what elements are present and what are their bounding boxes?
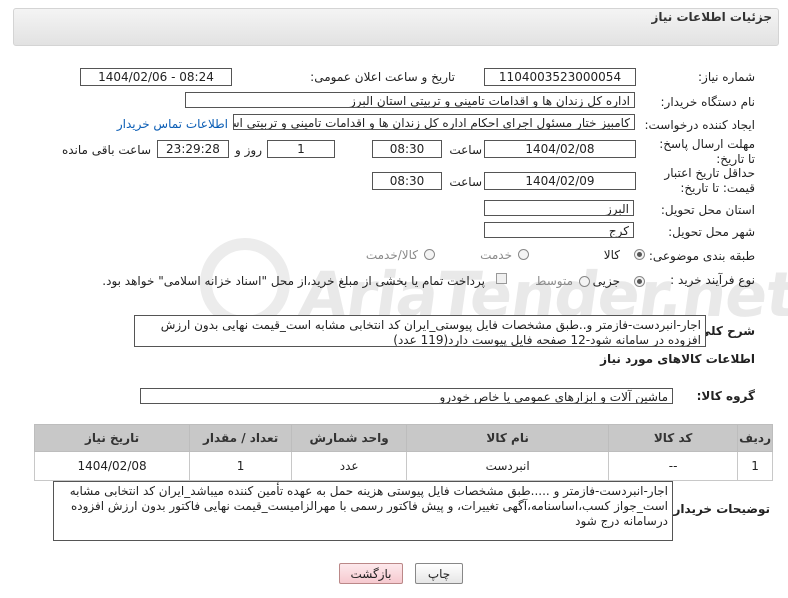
treasury-payment-note: پرداخت تمام یا بخشی از مبلغ خرید،از محل … — [102, 274, 485, 288]
category-both-radio[interactable] — [424, 249, 435, 260]
print-button[interactable]: چاپ — [415, 563, 463, 584]
category-label: طبقه بندی موضوعی: — [648, 249, 755, 263]
description-text: اجار-انبردست-فازمتر و..طبق مشخصات فایل پ… — [134, 315, 706, 347]
category-service-label: خدمت — [480, 248, 512, 262]
process-medium-radio[interactable] — [579, 276, 590, 287]
buyer-org-field: اداره کل زندان ها و اقدامات تامینی و ترب… — [185, 92, 635, 108]
announce-label: تاریخ و ساعت اعلان عمومی: — [310, 70, 455, 84]
remaining-label: ساعت باقی مانده — [61, 143, 151, 157]
buyer-notes-text: اجار-انبردست-فازمتر و .....طبق مشخصات فا… — [53, 481, 673, 541]
goods-section-title: اطلاعات کالاهای مورد نیاز — [600, 352, 755, 366]
category-goods-label: کالا — [603, 248, 620, 262]
days-field: 1 — [267, 140, 335, 158]
row-date: 1404/02/08 — [33, 451, 191, 481]
process-medium-label: متوسط — [535, 274, 573, 288]
goods-group-field: ماشین آلات و ابزارهای عمومی یا خاص خودرو — [140, 388, 673, 404]
requester-label: ایجاد کننده درخواست: — [644, 118, 755, 132]
process-minor-label: جزیی — [592, 274, 620, 288]
send-time-field: 08:30 — [372, 140, 442, 158]
table-row: 1 -- انبردست عدد 1 1404/02/08 — [33, 451, 773, 481]
delivery-province-field: البرز — [484, 200, 634, 216]
row-unit: عدد — [291, 451, 408, 481]
delivery-city-label: شهر محل تحویل: — [668, 225, 755, 239]
days-label: روز و — [235, 143, 262, 157]
page-title: جزئیات اطلاعات نیاز — [651, 10, 772, 24]
items-table: ردیف کد کالا نام کالا واحد شمارش تعداد /… — [33, 424, 773, 481]
need-number-field: 1104003523000054 — [484, 68, 636, 86]
announce-field: 1404/02/06 - 08:24 — [80, 68, 232, 86]
requester-field: کامبیز ختار مسئول اجرای احکام اداره کل ز… — [233, 114, 635, 130]
row-number: 1 — [737, 451, 773, 481]
row-qty: 1 — [189, 451, 293, 481]
process-minor-radio[interactable] — [634, 276, 645, 287]
buyer-notes-label: توضیحات خریدار: — [668, 502, 770, 516]
remaining-time-field: 23:29:28 — [157, 140, 229, 158]
delivery-province-label: استان محل تحویل: — [660, 203, 755, 217]
items-table-header: ردیف کد کالا نام کالا واحد شمارش تعداد /… — [33, 424, 773, 452]
contact-info-link[interactable]: اطلاعات تماس خریدار — [117, 117, 228, 131]
delivery-city-field: کرج — [484, 222, 634, 238]
send-time-label: ساعت — [449, 143, 482, 157]
need-number-label: شماره نیاز: — [698, 70, 755, 84]
treasury-payment-checkbox[interactable] — [496, 273, 507, 284]
col-qty: تعداد / مقدار — [189, 424, 293, 452]
price-time-field: 08:30 — [372, 172, 442, 190]
row-code: -- — [608, 451, 739, 481]
price-date-field: 1404/02/09 — [484, 172, 636, 190]
send-date-field: 1404/02/08 — [484, 140, 636, 158]
goods-group-label: گروه کالا: — [696, 389, 755, 403]
send-deadline-label: مهلت ارسال پاسخ: تا تاریخ: — [659, 137, 755, 166]
category-service-radio[interactable] — [518, 249, 529, 260]
price-time-label: ساعت — [449, 175, 482, 189]
process-label: نوع فرآیند خرید : — [670, 273, 755, 287]
col-row: ردیف — [737, 424, 773, 452]
row-name: انبردست — [406, 451, 610, 481]
col-unit: واحد شمارش — [291, 424, 408, 452]
buyer-org-label: نام دستگاه خریدار: — [660, 95, 756, 109]
category-goods-radio[interactable] — [634, 249, 645, 260]
col-name: نام کالا — [406, 424, 610, 452]
col-date: تاریخ نیاز — [33, 424, 191, 452]
back-button[interactable]: بازگشت — [339, 563, 403, 584]
price-deadline-label: حداقل تاریخ اعتبار قیمت: تا تاریخ: — [664, 166, 755, 195]
category-both-label: کالا/خدمت — [365, 248, 418, 262]
col-code: کد کالا — [608, 424, 739, 452]
